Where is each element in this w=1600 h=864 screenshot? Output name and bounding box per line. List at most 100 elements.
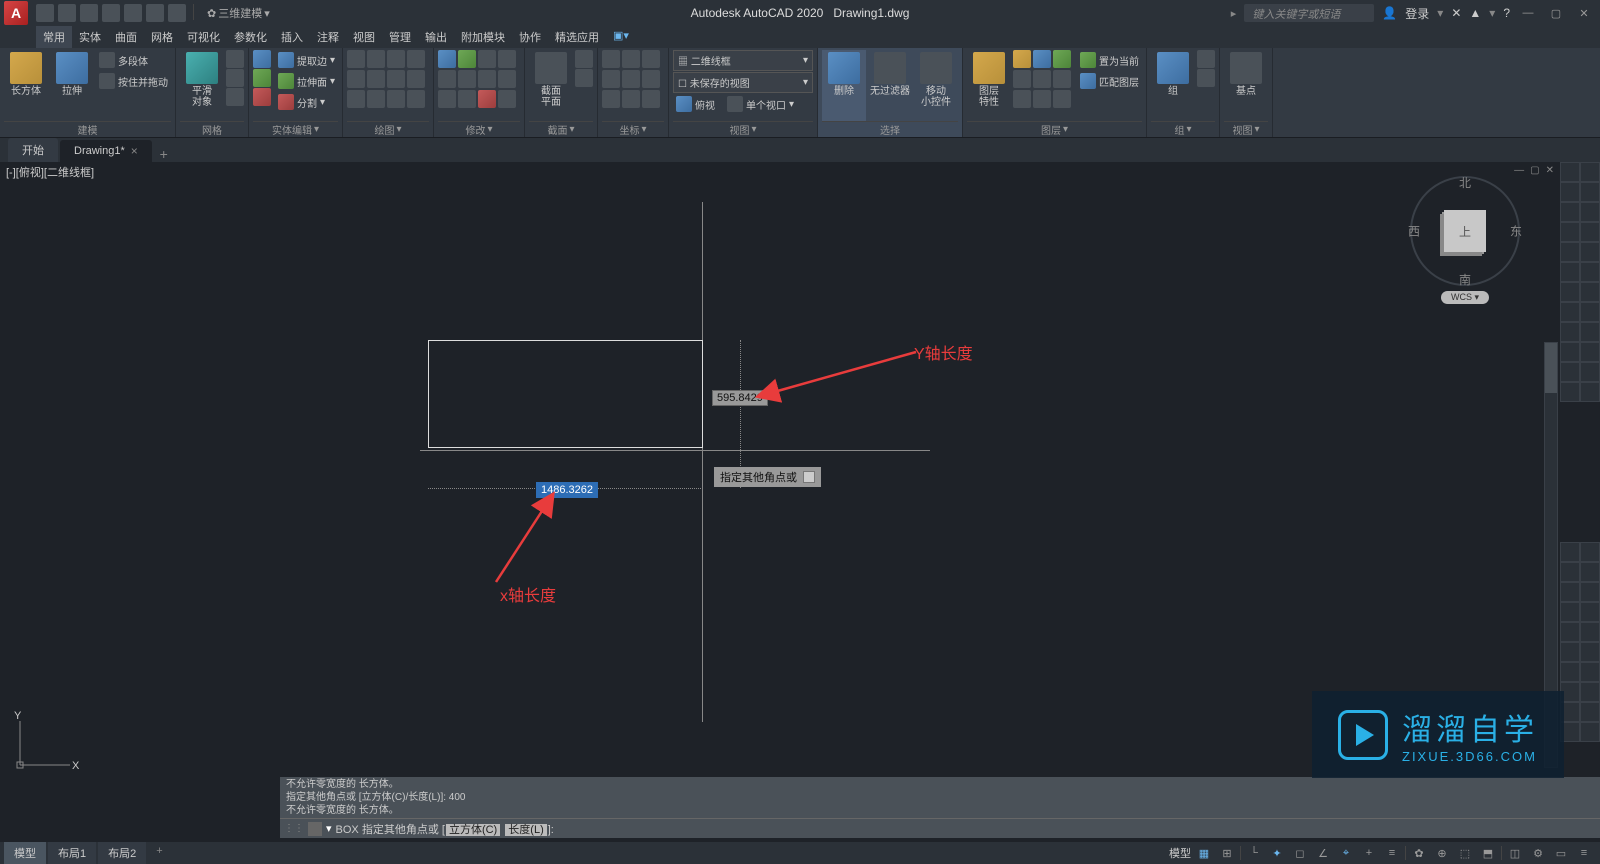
viewcube-top[interactable]: 上	[1444, 210, 1486, 252]
clean-icon[interactable]: ▭	[1551, 844, 1571, 862]
rb-icon[interactable]	[1560, 542, 1580, 562]
close-button[interactable]: ✕	[1574, 6, 1594, 20]
layer-icon[interactable]	[1033, 90, 1051, 108]
rb-icon[interactable]	[1580, 602, 1600, 622]
qat-open-icon[interactable]	[58, 4, 76, 22]
extract-edge-button[interactable]: 提取边 ▾	[275, 50, 338, 70]
tab-start[interactable]: 开始	[8, 138, 58, 162]
status-model-label[interactable]: 模型	[1169, 845, 1191, 861]
smooth-button[interactable]: 平滑 对象	[180, 50, 224, 121]
rb-icon[interactable]	[1580, 642, 1600, 662]
rb-icon[interactable]	[1580, 582, 1600, 602]
rotate-icon[interactable]	[498, 50, 516, 68]
rb-icon[interactable]	[1580, 722, 1600, 742]
qat-redo-icon[interactable]	[168, 4, 186, 22]
rb-icon[interactable]	[1580, 662, 1600, 682]
rb-icon[interactable]	[1560, 382, 1580, 402]
menu-mesh[interactable]: 网格	[144, 26, 180, 48]
group-icon[interactable]	[1197, 69, 1215, 87]
presspull-button[interactable]: 按住并拖动	[96, 71, 171, 91]
match-layer-button[interactable]: 匹配图层	[1077, 71, 1142, 91]
solid-icon[interactable]	[253, 50, 271, 68]
qat-saveas-icon[interactable]	[102, 4, 120, 22]
rb-icon[interactable]	[1580, 322, 1600, 342]
layer-icon[interactable]	[1013, 50, 1031, 68]
ucs-icon[interactable]	[602, 50, 620, 68]
exchange-icon[interactable]: ✕	[1451, 6, 1461, 20]
qat-new-icon[interactable]	[36, 4, 54, 22]
layer-icon[interactable]	[1053, 90, 1071, 108]
qprops-icon[interactable]: ⬒	[1478, 844, 1498, 862]
move-icon[interactable]	[438, 50, 456, 68]
rb-icon[interactable]	[1560, 562, 1580, 582]
vp-max-icon[interactable]: ▢	[1530, 165, 1539, 176]
rb-icon[interactable]	[1580, 622, 1600, 642]
menu-solid[interactable]: 实体	[72, 26, 108, 48]
stretch-icon[interactable]	[478, 50, 496, 68]
hatch-icon[interactable]	[387, 70, 405, 88]
box-button[interactable]: 长方体	[4, 50, 48, 121]
rb-icon[interactable]	[1560, 322, 1580, 342]
tab-model[interactable]: 模型	[4, 842, 46, 864]
help-icon[interactable]: ?	[1503, 6, 1510, 20]
section-plane-button[interactable]: 截面 平面	[529, 50, 573, 121]
hardware-icon[interactable]: ⚙	[1528, 844, 1548, 862]
tab-add-button[interactable]: +	[154, 146, 174, 162]
qat-save-icon[interactable]	[80, 4, 98, 22]
qat-plot-icon[interactable]	[124, 4, 142, 22]
mesh-icon[interactable]	[226, 69, 244, 87]
layer-icon[interactable]	[1013, 90, 1031, 108]
menu-surface[interactable]: 曲面	[108, 26, 144, 48]
rb-icon[interactable]	[1560, 622, 1580, 642]
menu-visualize[interactable]: 可视化	[180, 26, 227, 48]
rb-icon[interactable]	[1580, 242, 1600, 262]
vp-min-icon[interactable]: —	[1514, 165, 1524, 176]
array-icon[interactable]	[458, 90, 476, 108]
ucs-icon[interactable]	[642, 90, 660, 108]
fillet-icon[interactable]	[438, 90, 456, 108]
otrack-icon[interactable]: ∠	[1313, 844, 1333, 862]
sec-icon[interactable]	[575, 69, 593, 87]
rb-icon[interactable]	[1560, 202, 1580, 222]
layer-icon[interactable]	[1013, 70, 1031, 88]
rb-icon[interactable]	[1580, 382, 1600, 402]
menu-output[interactable]: 输出	[418, 26, 454, 48]
base-button[interactable]: 基点	[1224, 50, 1268, 121]
user-icon[interactable]: 👤	[1382, 6, 1397, 20]
rb-icon[interactable]	[1580, 262, 1600, 282]
isoplane-icon[interactable]: ◫	[1505, 844, 1525, 862]
drawing-area[interactable]: [-][俯视][二维线框] — ▢ ✕ 北 南 东 西 上 WCS ▾ 595.…	[0, 162, 1600, 838]
dynucs-icon[interactable]: ⌖	[1336, 844, 1356, 862]
copy-icon[interactable]	[458, 50, 476, 68]
polysolid-button[interactable]: 多段体	[96, 50, 171, 70]
ortho-icon[interactable]: └	[1244, 844, 1264, 862]
rb-icon[interactable]	[1580, 562, 1600, 582]
menu-collab[interactable]: 协作	[512, 26, 548, 48]
donut-icon[interactable]	[407, 90, 425, 108]
rb-icon[interactable]	[1560, 602, 1580, 622]
rb-icon[interactable]	[1580, 682, 1600, 702]
layer-icon[interactable]	[1053, 50, 1071, 68]
split-button[interactable]: 分割 ▾	[275, 92, 338, 112]
layer-icon[interactable]	[1053, 70, 1071, 88]
command-window[interactable]: 不允许零宽度的 长方体。 指定其他角点或 [立方体(C)/长度(L)]: 400…	[280, 777, 1600, 838]
rb-icon[interactable]	[1580, 342, 1600, 362]
single-vp-button[interactable]: 单个视口 ▾	[724, 94, 797, 114]
layer-props-button[interactable]: 图层 特性	[967, 50, 1011, 121]
vp-close-icon[interactable]: ✕	[1546, 165, 1554, 176]
menu-home[interactable]: 常用	[36, 26, 72, 48]
tab-add-layout[interactable]: +	[148, 842, 170, 864]
spline-icon[interactable]	[407, 70, 425, 88]
tab-layout2[interactable]: 布局2	[98, 842, 146, 864]
solid-icon[interactable]	[253, 88, 271, 106]
rb-icon[interactable]	[1580, 302, 1600, 322]
snap-toggle-icon[interactable]: ⊞	[1217, 844, 1237, 862]
menu-addins[interactable]: 附加模块	[454, 26, 512, 48]
tab-drawing1[interactable]: Drawing1*×	[60, 140, 152, 162]
close-icon[interactable]: ×	[131, 144, 138, 158]
helix-icon[interactable]	[387, 90, 405, 108]
set-current-button[interactable]: 置为当前	[1077, 50, 1142, 70]
mesh-icon[interactable]	[226, 50, 244, 68]
rb-icon[interactable]	[1560, 162, 1580, 182]
ucs-icon[interactable]	[602, 70, 620, 88]
